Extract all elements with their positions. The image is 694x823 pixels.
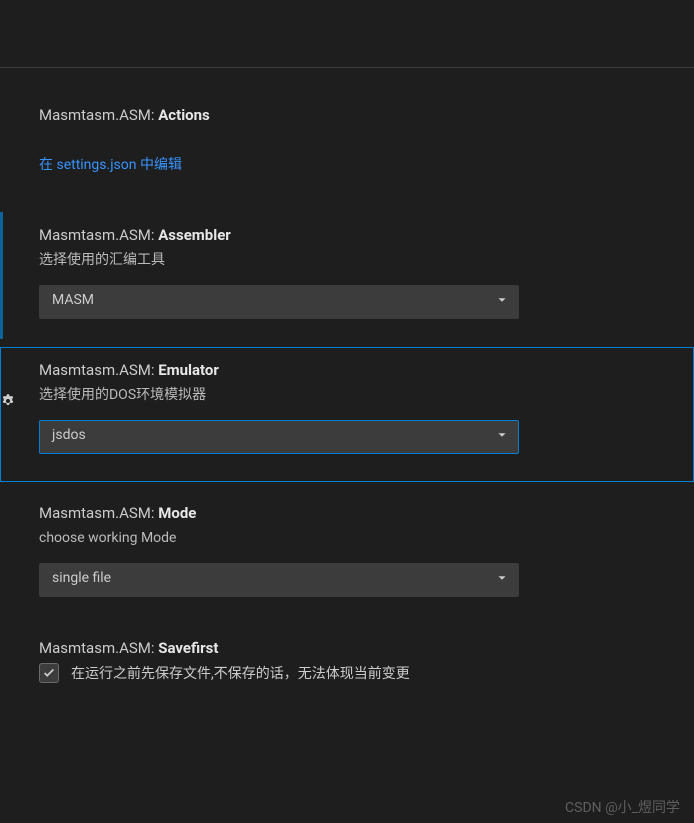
assembler-select-wrapper: MASM: [39, 285, 519, 319]
setting-mode: Masmtasm.ASM: Mode choose working Mode s…: [0, 490, 694, 617]
setting-description-mode: choose working Mode: [39, 528, 666, 549]
setting-title-assembler: Masmtasm.ASM: Assembler: [39, 226, 666, 244]
setting-emulator[interactable]: Masmtasm.ASM: Emulator 选择使用的DOS环境模拟器 jsd…: [0, 347, 694, 482]
setting-name: Emulator: [158, 361, 219, 379]
setting-prefix: Masmtasm.ASM:: [39, 639, 158, 657]
setting-savefirst: Masmtasm.ASM: Savefirst 在运行之前先保存文件,不保存的话…: [0, 625, 694, 703]
watermark: CSDN @小_煜同学: [565, 797, 680, 817]
setting-prefix: Masmtasm.ASM:: [39, 226, 158, 244]
check-icon: [42, 666, 56, 680]
setting-prefix: Masmtasm.ASM:: [39, 106, 158, 124]
savefirst-label: 在运行之前先保存文件,不保存的话，无法体现当前变更: [71, 663, 410, 683]
setting-description-assembler: 选择使用的汇编工具: [39, 250, 666, 271]
setting-assembler: Masmtasm.ASM: Assembler 选择使用的汇编工具 MASM: [0, 212, 694, 339]
setting-title-mode: Masmtasm.ASM: Mode: [39, 504, 666, 522]
setting-name: Actions: [158, 106, 210, 124]
setting-description-emulator: 选择使用的DOS环境模拟器: [39, 385, 666, 406]
setting-actions: Masmtasm.ASM: Actions 在 settings.json 中编…: [0, 92, 694, 194]
gear-icon[interactable]: [0, 393, 16, 413]
edit-in-settings-json-link[interactable]: 在 settings.json 中编辑: [39, 157, 182, 173]
settings-list: Masmtasm.ASM: Actions 在 settings.json 中编…: [0, 68, 694, 703]
emulator-select[interactable]: jsdos: [39, 420, 519, 454]
savefirst-checkbox[interactable]: [39, 663, 59, 683]
setting-name: Savefirst: [158, 639, 218, 657]
assembler-select[interactable]: MASM: [39, 285, 519, 319]
setting-name: Mode: [158, 504, 196, 522]
mode-select-wrapper: single file: [39, 563, 519, 597]
savefirst-checkbox-row: 在运行之前先保存文件,不保存的话，无法体现当前变更: [39, 663, 666, 683]
mode-select[interactable]: single file: [39, 563, 519, 597]
emulator-select-wrapper: jsdos: [39, 420, 519, 454]
setting-prefix: Masmtasm.ASM:: [39, 504, 158, 522]
setting-prefix: Masmtasm.ASM:: [39, 361, 158, 379]
setting-title-emulator: Masmtasm.ASM: Emulator: [39, 361, 666, 379]
setting-title-actions: Masmtasm.ASM: Actions: [39, 106, 666, 124]
setting-title-savefirst: Masmtasm.ASM: Savefirst: [39, 639, 666, 657]
top-bar: [0, 0, 694, 68]
setting-name: Assembler: [158, 226, 231, 244]
